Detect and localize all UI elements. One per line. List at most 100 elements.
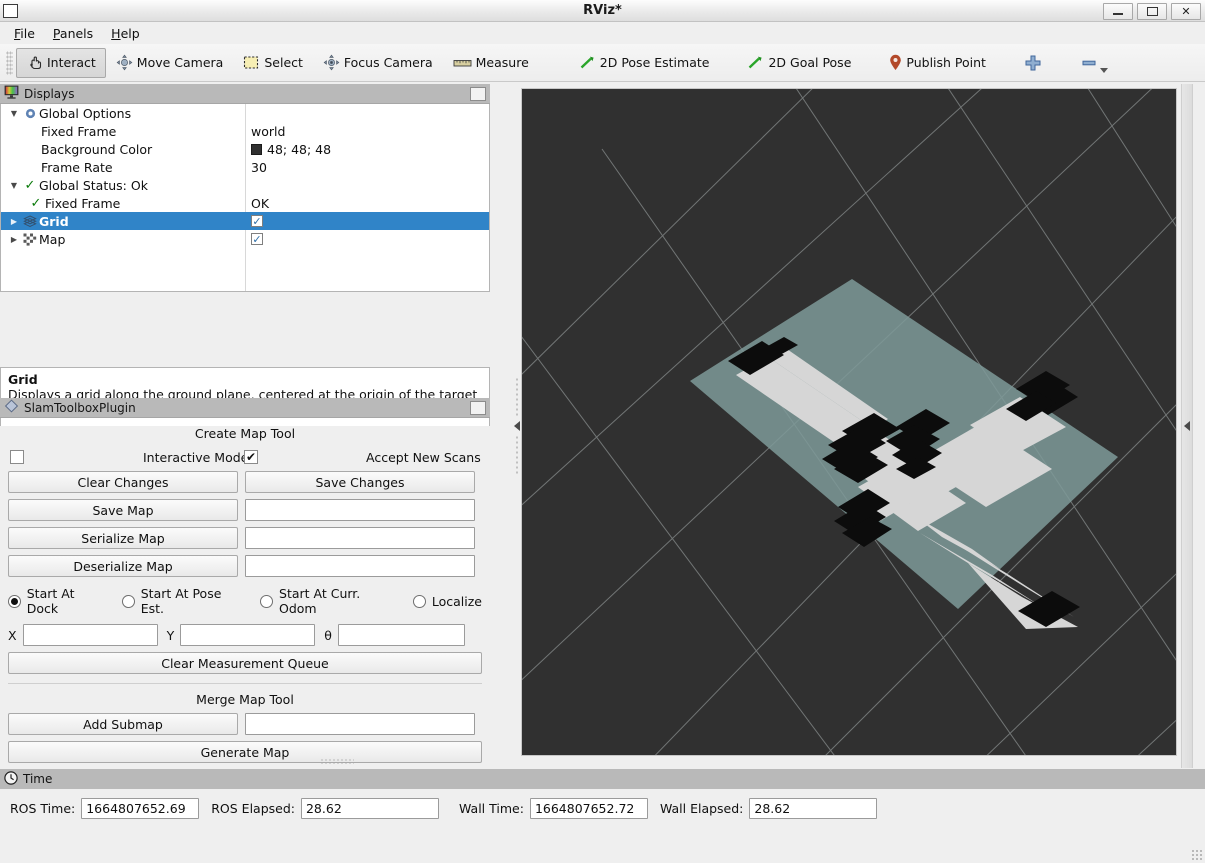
tree-value[interactable]: 30 bbox=[251, 160, 267, 175]
tree-row-global-status[interactable]: ▼ ✓ Global Status: Ok bbox=[1, 176, 489, 194]
right-splitter[interactable] bbox=[1181, 84, 1193, 768]
displays-monitor-icon bbox=[4, 85, 19, 102]
tool-measure[interactable]: Measure bbox=[443, 48, 539, 78]
wall-elapsed-input[interactable]: 28.62 bbox=[749, 797, 878, 819]
tree-value-wrap[interactable]: ✓ bbox=[251, 233, 263, 245]
accept-new-scans-label: Accept New Scans bbox=[366, 449, 481, 465]
collapse-right-arrow-icon[interactable] bbox=[1184, 421, 1190, 431]
radio-localize[interactable] bbox=[413, 594, 426, 608]
twisty-down-icon[interactable]: ▼ bbox=[7, 181, 21, 190]
displays-panel-title: Displays bbox=[24, 86, 75, 101]
close-button[interactable]: ✕ bbox=[1171, 3, 1201, 20]
displays-tree[interactable]: ▼ Global Options Fixed Frame world Backg… bbox=[0, 104, 490, 292]
tree-label: Global Status: Ok bbox=[39, 177, 148, 193]
move-camera-icon bbox=[116, 54, 133, 71]
tree-value[interactable]: world bbox=[251, 124, 285, 139]
radio-start-at-pose-est[interactable] bbox=[122, 594, 135, 608]
serialize-map-input[interactable] bbox=[245, 527, 475, 549]
ros-elapsed-input[interactable]: 28.62 bbox=[300, 797, 439, 819]
twisty-right-icon[interactable]: ▶ bbox=[7, 235, 21, 244]
tree-value: 48; 48; 48 bbox=[267, 141, 332, 157]
tool-focus-camera-label: Focus Camera bbox=[343, 55, 433, 70]
deserialize-map-input[interactable] bbox=[245, 555, 475, 577]
radio-localize-label: Localize bbox=[431, 593, 482, 609]
save-map-row: Save Map bbox=[8, 499, 482, 521]
bottom-splitter-handle[interactable] bbox=[320, 758, 354, 764]
save-map-input[interactable] bbox=[245, 499, 475, 521]
time-panel-header: Time bbox=[0, 769, 1205, 789]
interactive-mode-checkbox[interactable]: ✔ bbox=[244, 450, 258, 464]
clear-changes-button[interactable]: Clear Changes bbox=[8, 471, 238, 493]
tree-row-background-color[interactable]: Background Color 48; 48; 48 bbox=[1, 140, 489, 158]
tree-label: Global Options bbox=[39, 105, 132, 121]
maximize-button[interactable] bbox=[1137, 3, 1167, 20]
displays-float-button[interactable] bbox=[470, 87, 486, 101]
add-submap-button[interactable]: Add Submap bbox=[8, 713, 238, 735]
clear-measurement-queue-button[interactable]: Clear Measurement Queue bbox=[8, 652, 482, 674]
menu-file-label-rest: ile bbox=[20, 25, 35, 41]
tool-2d-goal-pose[interactable]: 2D Goal Pose bbox=[737, 48, 861, 78]
twisty-down-icon[interactable]: ▼ bbox=[7, 109, 21, 118]
mode-checkbox-row: Interactive Mode ✔ Accept New Scans bbox=[8, 449, 482, 465]
tool-interact[interactable]: Interact bbox=[16, 47, 106, 78]
menu-bar: File Panels Help bbox=[0, 22, 1205, 44]
serialize-map-button[interactable]: Serialize Map bbox=[8, 527, 238, 549]
slam-panel-header: SlamToolboxPlugin bbox=[0, 398, 490, 418]
save-changes-button[interactable]: Save Changes bbox=[245, 471, 475, 493]
tree-value: OK bbox=[251, 195, 270, 211]
save-map-button[interactable]: Save Map bbox=[8, 499, 238, 521]
minimize-button[interactable] bbox=[1103, 3, 1133, 20]
3d-render-view[interactable] bbox=[521, 88, 1177, 756]
radio-start-at-curr-odom[interactable] bbox=[260, 594, 274, 608]
grid-enabled-checkbox[interactable]: ✓ bbox=[251, 215, 263, 227]
twisty-right-icon[interactable]: ▶ bbox=[7, 217, 21, 226]
add-submap-row: Add Submap bbox=[8, 713, 482, 735]
tree-label: Background Color bbox=[41, 141, 153, 157]
ros-time-input[interactable]: 1664807652.69 bbox=[81, 797, 200, 819]
menu-panels[interactable]: Panels bbox=[45, 24, 101, 43]
tool-publish-point[interactable]: Publish Point bbox=[879, 48, 996, 78]
menu-help[interactable]: Help bbox=[103, 24, 148, 43]
tree-row-global-options[interactable]: ▼ Global Options bbox=[1, 104, 489, 122]
collapse-left-arrow-icon[interactable] bbox=[514, 421, 520, 431]
resize-grip[interactable] bbox=[1191, 849, 1203, 861]
y-field-input[interactable] bbox=[180, 624, 316, 646]
tool-move-camera-label: Move Camera bbox=[136, 55, 224, 70]
tree-row-map[interactable]: ▶ Map ✓ bbox=[1, 230, 489, 248]
tree-row-status-fixed-frame[interactable]: ✓ Fixed Frame OK bbox=[1, 194, 489, 212]
add-submap-input[interactable] bbox=[245, 713, 475, 735]
slam-float-button[interactable] bbox=[470, 401, 486, 415]
tool-remove-button[interactable] bbox=[1070, 48, 1118, 78]
tree-value-wrap[interactable]: 48; 48; 48 bbox=[251, 142, 331, 157]
toolbar-grip[interactable] bbox=[6, 50, 13, 75]
x-field-input[interactable] bbox=[22, 624, 158, 646]
y-field-label: Y bbox=[166, 627, 175, 643]
maximize-icon bbox=[1146, 7, 1158, 16]
generate-map-button[interactable]: Generate Map bbox=[8, 741, 482, 763]
map-enabled-checkbox[interactable]: ✓ bbox=[251, 233, 263, 245]
menu-file[interactable]: File bbox=[6, 24, 43, 43]
tree-row-frame-rate[interactable]: Frame Rate 30 bbox=[1, 158, 489, 176]
tool-add-button[interactable] bbox=[1014, 48, 1052, 78]
tree-label: Map bbox=[39, 231, 66, 247]
left-splitter[interactable] bbox=[513, 84, 521, 768]
tree-value-wrap[interactable]: ✓ bbox=[251, 215, 263, 227]
radio-start-at-dock[interactable] bbox=[8, 594, 21, 608]
tool-2d-pose-estimate[interactable]: 2D Pose Estimate bbox=[569, 48, 720, 78]
tree-row-grid[interactable]: ▶ Grid ✓ bbox=[1, 212, 489, 230]
chevron-down-icon[interactable] bbox=[1099, 68, 1108, 73]
theta-field-input[interactable] bbox=[337, 624, 465, 646]
menu-panels-label-rest: anels bbox=[59, 25, 94, 41]
tool-select[interactable]: Select bbox=[233, 48, 313, 78]
tool-focus-camera[interactable]: Focus Camera bbox=[313, 48, 443, 78]
tree-row-fixed-frame[interactable]: Fixed Frame world bbox=[1, 122, 489, 140]
radio-start-at-pose-est-label: Start At Pose Est. bbox=[140, 586, 222, 616]
start-mode-radio-group: Start At Dock Start At Pose Est. Start A… bbox=[8, 586, 482, 616]
changes-row: Clear Changes Save Changes bbox=[8, 471, 482, 493]
tool-move-camera[interactable]: Move Camera bbox=[106, 48, 234, 78]
interactive-mode-label: Interactive Mode bbox=[143, 449, 249, 465]
deserialize-map-row: Deserialize Map bbox=[8, 555, 482, 577]
deserialize-map-button[interactable]: Deserialize Map bbox=[8, 555, 238, 577]
accept-new-scans-checkbox[interactable] bbox=[10, 450, 24, 464]
wall-time-input[interactable]: 1664807652.72 bbox=[529, 797, 648, 819]
